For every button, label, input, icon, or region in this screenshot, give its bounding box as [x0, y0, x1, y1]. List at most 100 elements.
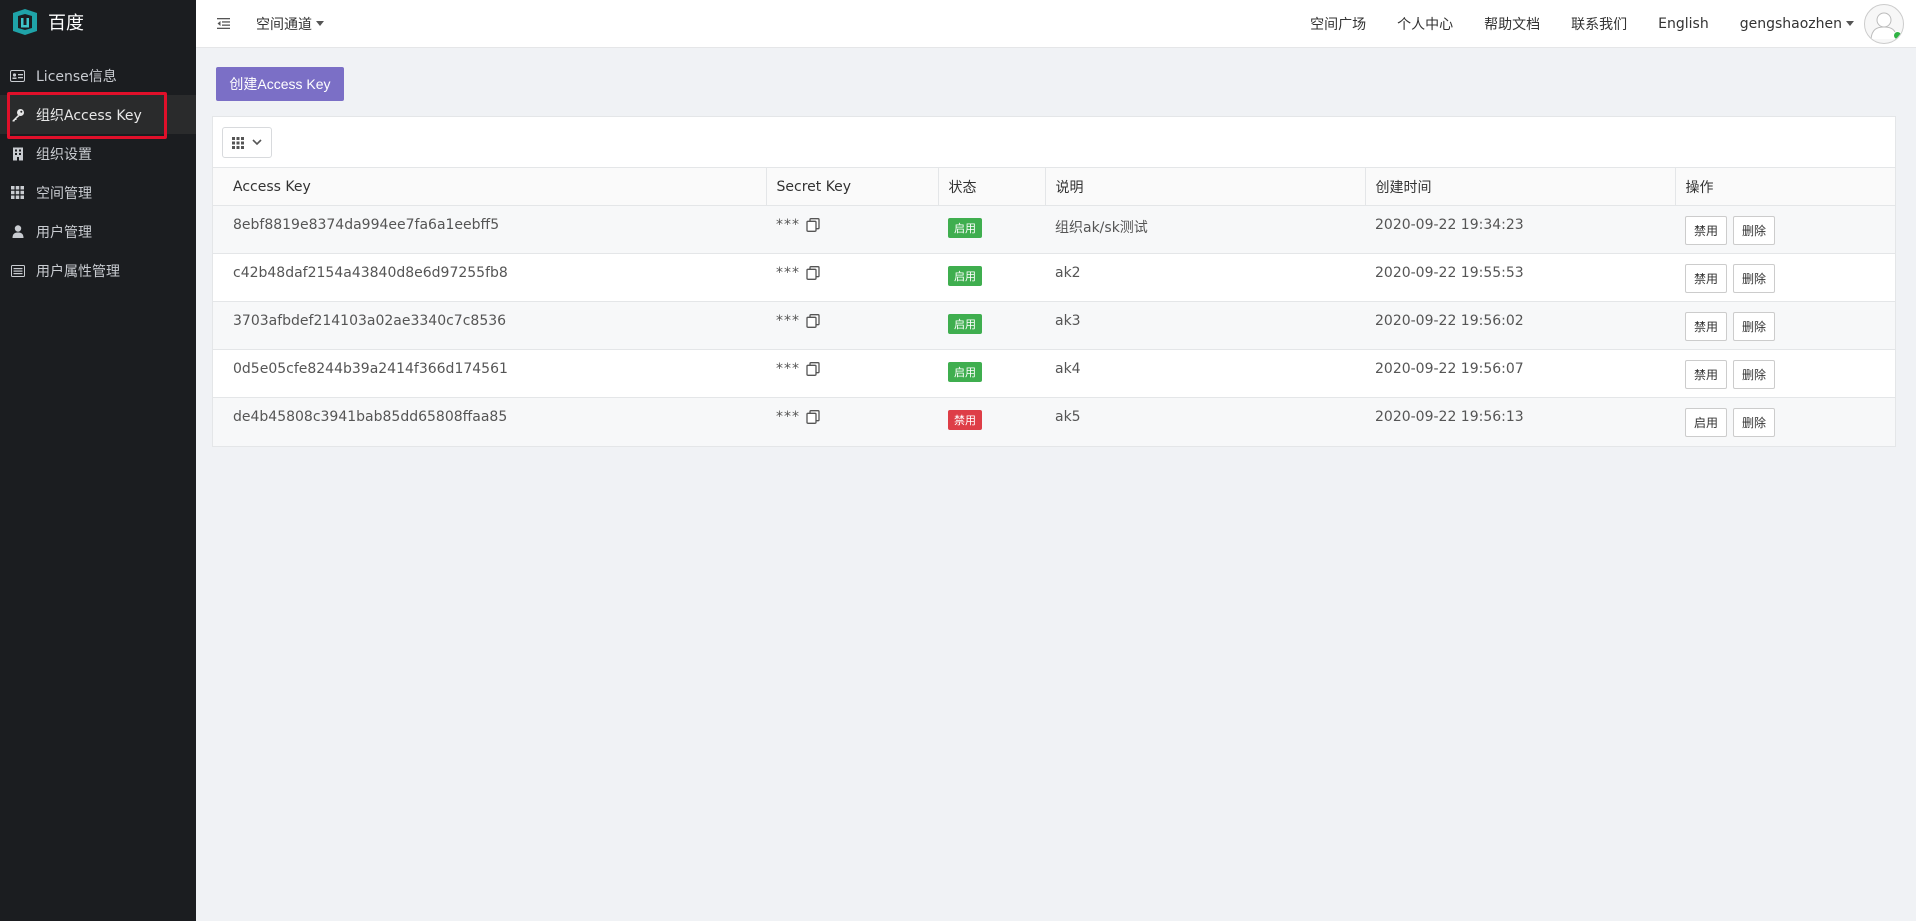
created-time-cell: 2020-09-22 19:56:07	[1365, 349, 1675, 398]
sidebar-item-user-management[interactable]: 用户管理	[0, 212, 196, 251]
space-select-dropdown[interactable]: 空间通道	[256, 14, 324, 34]
copy-icon[interactable]	[806, 266, 820, 280]
caret-down-icon	[1846, 21, 1854, 26]
space-select-label: 空间通道	[256, 16, 312, 33]
sidebar-item-label: 组织设置	[36, 146, 92, 163]
online-status-dot	[1893, 30, 1902, 40]
table-row: c42b48daf2154a43840d8e6d97255fb8 *** 启用 ak2…	[213, 253, 1895, 302]
actions-cell: 禁用 删除	[1675, 205, 1895, 254]
toggle-status-button[interactable]: 禁用	[1685, 216, 1728, 245]
access-key-cell: de4b45808c3941bab85dd65808ffaa85	[213, 397, 766, 446]
create-access-key-button[interactable]: 创建Access Key	[216, 67, 344, 101]
status-cell: 启用	[938, 253, 1045, 302]
secret-key-mask: ***	[776, 265, 800, 281]
table-row: 3703afbdef214103a02ae3340c7c8536 *** 启用 ak3…	[213, 301, 1895, 350]
user-icon	[10, 224, 25, 239]
table-row: 0d5e05cfe8244b39a2414f366d174561 *** 启用 ak4…	[213, 349, 1895, 398]
chevron-down-icon	[252, 139, 262, 146]
secret-key-mask: ***	[776, 361, 800, 377]
secret-key-mask: ***	[776, 409, 800, 425]
sidebar-item-user-attributes[interactable]: 用户属性管理	[0, 251, 196, 290]
sidebar-item-label: 用户管理	[36, 224, 92, 241]
secret-key-cell: ***	[766, 253, 938, 302]
access-key-cell: 3703afbdef214103a02ae3340c7c8536	[213, 301, 766, 350]
secret-key-cell: ***	[766, 349, 938, 398]
column-header-actions: 操作	[1675, 168, 1895, 206]
topbar: 空间通道 空间广场 个人中心 帮助文档 联系我们 English gengsha…	[196, 0, 1916, 48]
status-badge: 禁用	[948, 410, 982, 430]
table-toolbar	[213, 117, 1895, 168]
toggle-status-button[interactable]: 禁用	[1685, 360, 1728, 389]
avatar[interactable]	[1864, 3, 1904, 44]
sidebar-item-access-key[interactable]: 组织Access Key	[0, 95, 196, 134]
status-cell: 禁用	[938, 397, 1045, 446]
list-icon	[10, 263, 25, 278]
sidebar-item-label: 组织Access Key	[36, 107, 142, 124]
delete-button[interactable]: 删除	[1733, 216, 1776, 245]
sidebar-item-license[interactable]: License信息	[0, 56, 196, 95]
created-time-cell: 2020-09-22 19:55:53	[1365, 253, 1675, 302]
secret-key-mask: ***	[776, 217, 800, 233]
description-cell: 组织ak/sk测试	[1045, 205, 1365, 254]
nav-help-docs[interactable]: 帮助文档	[1484, 14, 1540, 34]
column-toggle-button[interactable]	[222, 127, 272, 158]
sidebar-item-org-settings[interactable]: 组织设置	[0, 134, 196, 173]
sidebar-item-space-management[interactable]: 空间管理	[0, 173, 196, 212]
actions-cell: 禁用 删除	[1675, 301, 1895, 350]
delete-button[interactable]: 删除	[1733, 360, 1776, 389]
status-cell: 启用	[938, 301, 1045, 350]
column-header-created-time: 创建时间	[1365, 168, 1676, 206]
created-time-cell: 2020-09-22 19:34:23	[1365, 205, 1675, 254]
toggle-status-button[interactable]: 启用	[1685, 408, 1728, 437]
column-header-secret-key: Secret Key	[766, 168, 939, 206]
nav-language-english[interactable]: English	[1658, 16, 1709, 32]
created-time-cell: 2020-09-22 19:56:13	[1365, 397, 1675, 446]
created-time-cell: 2020-09-22 19:56:02	[1365, 301, 1675, 350]
copy-icon[interactable]	[806, 362, 820, 376]
building-icon	[10, 146, 25, 161]
sidebar-menu: License信息 组织Access Key 组织设置 空间管理 用户管理 用户…	[0, 56, 196, 290]
sidebar: 百度 License信息 组织Access Key 组织设置 空间管理 用户管理…	[0, 0, 196, 921]
sidebar-toggle-button[interactable]	[212, 13, 234, 35]
column-header-access-key: Access Key	[213, 168, 767, 206]
nav-contact-us[interactable]: 联系我们	[1571, 14, 1627, 34]
status-cell: 启用	[938, 349, 1045, 398]
access-key-cell: 0d5e05cfe8244b39a2414f366d174561	[213, 349, 766, 398]
access-key-cell: c42b48daf2154a43840d8e6d97255fb8	[213, 253, 766, 302]
secret-key-cell: ***	[766, 397, 938, 446]
status-badge: 启用	[948, 362, 982, 382]
secret-key-cell: ***	[766, 205, 938, 254]
actions-cell: 启用 删除	[1675, 397, 1895, 446]
delete-button[interactable]: 删除	[1733, 264, 1776, 293]
column-header-status: 状态	[938, 168, 1046, 206]
nav-space-square[interactable]: 空间广场	[1310, 14, 1366, 34]
status-cell: 启用	[938, 205, 1045, 254]
sidebar-item-label: License信息	[36, 68, 117, 85]
caret-down-icon	[316, 21, 324, 26]
nav-personal-center[interactable]: 个人中心	[1397, 14, 1453, 34]
table-header-row: Access Key Secret Key 状态 说明 创建时间 操作	[213, 168, 1895, 206]
grid-icon	[10, 185, 25, 200]
description-cell: ak5	[1045, 397, 1365, 446]
delete-button[interactable]: 删除	[1733, 408, 1776, 437]
copy-icon[interactable]	[806, 218, 820, 232]
toggle-status-button[interactable]: 禁用	[1685, 312, 1728, 341]
user-menu[interactable]: gengshaozhen	[1740, 3, 1904, 44]
delete-button[interactable]: 删除	[1733, 312, 1776, 341]
access-key-table: Access Key Secret Key 状态 说明 创建时间 操作 8ebf…	[213, 168, 1895, 446]
description-cell: ak3	[1045, 301, 1365, 350]
copy-icon[interactable]	[806, 314, 820, 328]
status-badge: 启用	[948, 218, 982, 238]
access-key-table-panel: Access Key Secret Key 状态 说明 创建时间 操作 8ebf…	[212, 116, 1896, 447]
status-badge: 启用	[948, 266, 982, 286]
outdent-icon	[216, 18, 230, 29]
access-key-cell: 8ebf8819e8374da994ee7fa6a1eebff5	[213, 205, 766, 254]
description-cell: ak2	[1045, 253, 1365, 302]
toggle-status-button[interactable]: 禁用	[1685, 264, 1728, 293]
brand[interactable]: 百度	[0, 0, 196, 44]
grid-icon	[232, 136, 244, 149]
brand-name: 百度	[48, 13, 84, 34]
secret-key-mask: ***	[776, 313, 800, 329]
copy-icon[interactable]	[806, 410, 820, 424]
actions-cell: 禁用 删除	[1675, 349, 1895, 398]
